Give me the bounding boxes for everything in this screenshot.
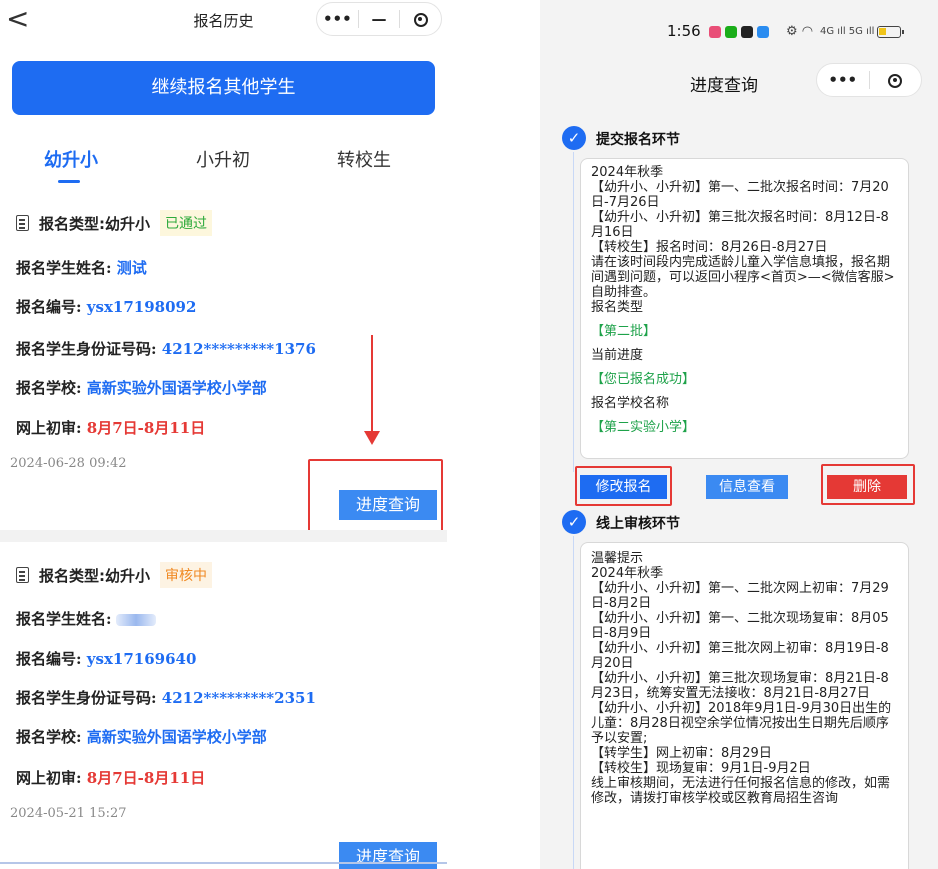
minimize-icon[interactable]: — — [359, 4, 400, 34]
miniprogram-capsule: ••• — [816, 63, 922, 97]
progress-query-button[interactable]: 进度查询 — [339, 842, 437, 869]
highlight-box — [575, 466, 672, 506]
step-title: 提交报名环节 — [596, 132, 680, 148]
category-tabs: 幼升小 小升初 转校生 — [0, 146, 447, 186]
close-icon[interactable] — [870, 65, 922, 95]
arrow-annotation — [371, 335, 373, 433]
check-icon: ✓ — [562, 510, 586, 534]
tab-active-indicator — [58, 180, 80, 183]
blurred-name — [115, 614, 156, 626]
page-title: 进度查询 — [690, 76, 758, 96]
document-icon — [16, 215, 29, 231]
miniprogram-capsule: ••• — — [316, 2, 442, 36]
signal-icon: 4G ıll 5G ıll — [820, 26, 875, 37]
tiktok-notification-icon — [741, 26, 753, 38]
status-badge: 已通过 — [160, 210, 213, 236]
step-info-box: 2024年秋季 【幼升小、小升初】第一、二批次报名时间：7月20日-7月26日 … — [580, 158, 909, 459]
app-notification-icon — [709, 26, 721, 38]
tab-kindergarten-to-primary[interactable]: 幼升小 — [44, 146, 98, 172]
close-icon[interactable] — [400, 4, 441, 34]
nav-bar: < 报名历史 ••• — — [0, 0, 447, 42]
battery-icon — [877, 26, 904, 38]
status-bar: 1:56 ⚙ ◠ 4G ıll 5G ıll — [540, 18, 938, 42]
status-badge: 审核中 — [160, 562, 213, 588]
arrow-head-annotation — [364, 431, 380, 445]
online-review-row: 网上初审: 8月7日-8月11日 — [16, 769, 206, 787]
wifi-icon: ⚙ ◠ — [786, 24, 814, 39]
timeline-line — [573, 536, 574, 869]
idcard-row: 报名学生身份证号码: 4212*********1376 — [16, 340, 316, 358]
more-icon[interactable]: ••• — [317, 4, 358, 34]
left-panel: < 报名历史 ••• — 继续报名其他学生 幼升小 小升初 转校生 报名类型: 幼… — [0, 0, 447, 869]
timeline-line — [573, 152, 574, 472]
wechat-notification-icon — [725, 26, 737, 38]
tab-primary-to-middle[interactable]: 小升初 — [196, 146, 250, 172]
registration-type-row: 报名类型: 幼升小 已通过 — [16, 210, 213, 236]
card-separator — [0, 530, 447, 542]
student-name: 测试 — [116, 259, 147, 277]
right-panel: 1:56 ⚙ ◠ 4G ıll 5G ıll 进度查询 ••• ✓ 提交报名环节… — [540, 0, 938, 869]
registration-type-row: 报名类型: 幼升小 审核中 — [16, 562, 213, 588]
registration-card: 报名类型: 幼升小 审核中 报名学生姓名: 报名编号: ysx17169640 报… — [0, 542, 447, 869]
message-notification-icon — [757, 26, 769, 38]
highlight-box — [821, 464, 915, 505]
student-name-row: 报名学生姓名: 测试 — [16, 259, 147, 277]
check-icon: ✓ — [562, 126, 586, 150]
bottom-divider — [0, 862, 447, 864]
timestamp: 2024-06-28 09:42 — [10, 456, 127, 471]
registration-id-row: 报名编号: ysx17198092 — [16, 298, 197, 316]
step-info-box: 温馨提示 2024年秋季 【幼升小、小升初】第一、二批次网上初审：7月29日-8… — [580, 542, 909, 869]
continue-register-button[interactable]: 继续报名其他学生 — [12, 61, 435, 115]
more-icon[interactable]: ••• — [817, 65, 869, 95]
registration-id-row: 报名编号: ysx17169640 — [16, 650, 197, 668]
info-view-button[interactable]: 信息查看 — [706, 475, 788, 499]
clock: 1:56 — [667, 22, 701, 40]
document-icon — [16, 567, 29, 583]
school-row: 报名学校: 高新实验外国语学校小学部 — [16, 728, 267, 746]
student-name-row: 报名学生姓名: — [16, 608, 156, 629]
idcard-row: 报名学生身份证号码: 4212*********2351 — [16, 689, 316, 707]
school-row: 报名学校: 高新实验外国语学校小学部 — [16, 379, 267, 397]
online-review-row: 网上初审: 8月7日-8月11日 — [16, 419, 206, 437]
highlight-box — [308, 459, 443, 533]
tab-transfer[interactable]: 转校生 — [337, 146, 391, 172]
step-title: 线上审核环节 — [596, 516, 680, 532]
timestamp: 2024-05-21 15:27 — [10, 806, 127, 821]
